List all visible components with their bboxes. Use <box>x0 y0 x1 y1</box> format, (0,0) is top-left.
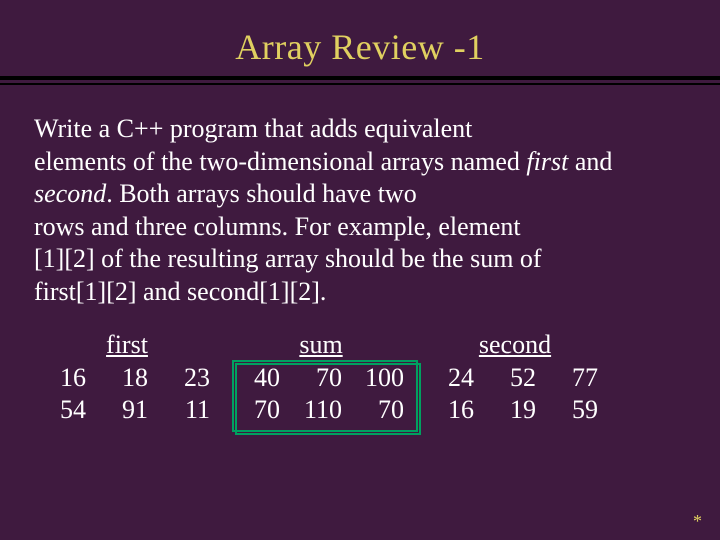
body-line2c: and <box>568 147 612 176</box>
table-second: second 24 52 77 16 19 59 <box>422 330 608 426</box>
table-first: first 16 18 23 54 91 11 <box>34 330 220 426</box>
slide: Array Review -1 Write a C++ program that… <box>0 0 720 540</box>
cell: 70 <box>228 394 290 426</box>
body-line1: Write a C++ program that adds equivalent <box>34 114 472 143</box>
body-line3: rows and three columns. For example, ele… <box>34 212 521 241</box>
table-row: 54 91 11 <box>34 394 220 426</box>
table-sum-header: sum <box>228 330 414 360</box>
body-text: Write a C++ program that adds equivalent… <box>0 85 720 308</box>
table-first-header: first <box>34 330 220 360</box>
table-second-header: second <box>422 330 608 360</box>
italic-first: first <box>526 147 568 176</box>
cell: 77 <box>546 362 608 394</box>
table-row: 70 110 70 <box>228 394 414 426</box>
body-line2a: elements of the two-dimensional arrays n… <box>34 147 526 176</box>
cell: 23 <box>158 362 220 394</box>
cell: 54 <box>34 394 96 426</box>
cell: 52 <box>484 362 546 394</box>
table-row: 16 19 59 <box>422 394 608 426</box>
cell: 70 <box>352 394 414 426</box>
table-row: 16 18 23 <box>34 362 220 394</box>
cell: 19 <box>484 394 546 426</box>
slide-title: Array Review -1 <box>0 0 720 68</box>
tables-row: first 16 18 23 54 91 11 sum <box>34 330 686 426</box>
cell: 59 <box>546 394 608 426</box>
title-divider <box>0 76 720 85</box>
cell: 16 <box>34 362 96 394</box>
cell: 18 <box>96 362 158 394</box>
cell: 70 <box>290 362 352 394</box>
cell: 110 <box>290 394 352 426</box>
table-sum: sum 40 70 100 70 110 70 <box>228 330 414 426</box>
footer-star: * <box>693 511 702 532</box>
tables-wrap: first 16 18 23 54 91 11 sum <box>0 330 720 426</box>
cell: 24 <box>422 362 484 394</box>
table-row: 40 70 100 <box>228 362 414 394</box>
cell: 40 <box>228 362 290 394</box>
cell: 100 <box>352 362 414 394</box>
body-line2e: . Both arrays should have two <box>106 179 417 208</box>
body-line5: first[1][2] and second[1][2]. <box>34 277 326 306</box>
table-first-grid: 16 18 23 54 91 11 <box>34 362 220 426</box>
cell: 11 <box>158 394 220 426</box>
cell: 16 <box>422 394 484 426</box>
table-sum-grid: 40 70 100 70 110 70 <box>228 362 414 426</box>
table-second-grid: 24 52 77 16 19 59 <box>422 362 608 426</box>
body-line4: [1][2] of the resulting array should be … <box>34 244 542 273</box>
cell: 91 <box>96 394 158 426</box>
table-row: 24 52 77 <box>422 362 608 394</box>
italic-second: second <box>34 179 106 208</box>
